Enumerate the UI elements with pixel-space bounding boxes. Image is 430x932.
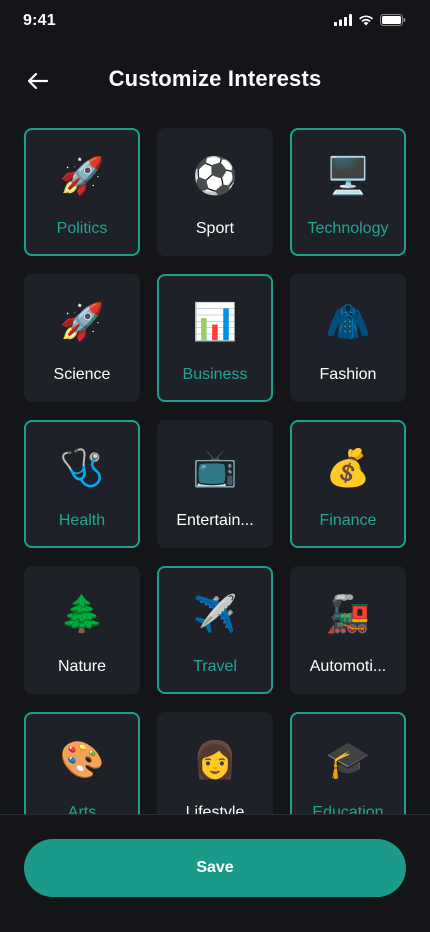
interest-label: Travel: [193, 658, 237, 675]
interest-label: Arts: [67, 804, 97, 814]
graduation-cap-icon: 🎓: [325, 739, 371, 780]
save-button[interactable]: Save: [24, 839, 406, 897]
interest-tile-lifestyle[interactable]: 👩 Lifestyle: [157, 712, 273, 814]
airplane-icon: ✈️: [192, 593, 238, 634]
wifi-icon: [359, 15, 373, 26]
coat-icon: 🧥: [325, 301, 371, 342]
stethoscope-icon: 🩺: [59, 447, 105, 488]
footer: Save: [0, 814, 430, 932]
rocket-icon: 🚀: [59, 301, 105, 342]
interest-label: Education: [312, 804, 384, 814]
interest-label: Health: [58, 512, 106, 529]
interest-tile-automoti[interactable]: 🚂 Automoti...: [290, 566, 406, 694]
locomotive-icon: 🚂: [325, 593, 371, 634]
interest-label: Finance: [319, 512, 377, 529]
interest-label: Lifestyle: [185, 804, 245, 814]
interest-tile-entertain[interactable]: 📺 Entertain...: [157, 420, 273, 548]
cellular-signal-icon: [334, 14, 352, 26]
woman-icon: 👩: [192, 739, 238, 780]
interest-tile-fashion[interactable]: 🧥 Fashion: [290, 274, 406, 402]
interest-label: Business: [182, 366, 248, 383]
money-bag-icon: 💰: [325, 447, 371, 488]
interest-tile-business[interactable]: 📊 Business: [157, 274, 273, 402]
bar-chart-icon: 📊: [192, 301, 238, 342]
interest-label: Politics: [56, 220, 108, 237]
interest-tile-arts[interactable]: 🎨 Arts: [24, 712, 140, 814]
interests-grid: 🚀 Politics ⚽ Sport 🖥️ Technology 🚀 Science 📊 Busi…: [24, 128, 406, 814]
interest-tile-science[interactable]: 🚀 Science: [24, 274, 140, 402]
header: Customize Interests: [0, 56, 430, 106]
interest-tile-travel[interactable]: ✈️ Travel: [157, 566, 273, 694]
interest-tile-health[interactable]: 🩺 Health: [24, 420, 140, 548]
battery-icon: [380, 14, 406, 26]
rocket-icon: 🚀: [59, 155, 105, 196]
interest-label: Sport: [195, 220, 235, 237]
status-icons: [334, 14, 406, 26]
interest-label: Science: [53, 366, 111, 383]
television-icon: 📺: [192, 447, 238, 488]
interest-tile-technology[interactable]: 🖥️ Technology: [290, 128, 406, 256]
interest-tile-finance[interactable]: 💰 Finance: [290, 420, 406, 548]
status-bar: 9:41: [0, 0, 430, 44]
status-time: 9:41: [23, 12, 56, 29]
interest-tile-sport[interactable]: ⚽ Sport: [157, 128, 273, 256]
interest-tile-politics[interactable]: 🚀 Politics: [24, 128, 140, 256]
interest-label: Nature: [57, 658, 107, 675]
interest-label: Automoti...: [309, 658, 387, 675]
evergreen-tree-icon: 🌲: [59, 593, 105, 634]
interest-label: Fashion: [319, 366, 377, 383]
interest-label: Entertain...: [176, 512, 254, 529]
interest-label: Technology: [307, 220, 389, 237]
page-title: Customize Interests: [108, 66, 322, 91]
soccer-ball-icon: ⚽: [192, 155, 238, 196]
interests-scroll-area[interactable]: 🚀 Politics ⚽ Sport 🖥️ Technology 🚀 Science 📊 Busi…: [0, 128, 430, 814]
desktop-computer-icon: 🖥️: [325, 155, 371, 196]
interest-tile-education[interactable]: 🎓 Education: [290, 712, 406, 814]
artist-palette-icon: 🎨: [59, 739, 105, 780]
interest-tile-nature[interactable]: 🌲 Nature: [24, 566, 140, 694]
